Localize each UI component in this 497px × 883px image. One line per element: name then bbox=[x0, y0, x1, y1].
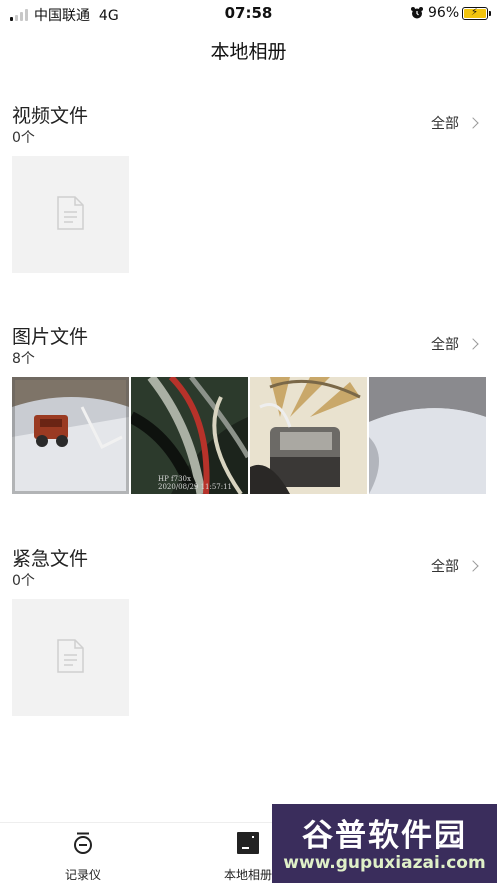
section-count: 0个 bbox=[12, 130, 35, 146]
section-title: 视频文件 bbox=[12, 105, 89, 127]
chevron-right-icon bbox=[467, 117, 479, 129]
alarm-icon bbox=[411, 7, 423, 19]
chevron-right-icon bbox=[467, 560, 479, 572]
watermark-title: 谷普软件园 bbox=[302, 818, 467, 854]
album-icon bbox=[237, 832, 259, 854]
see-all-label: 全部 bbox=[431, 116, 459, 132]
section-count: 0个 bbox=[12, 573, 35, 589]
see-all-label: 全部 bbox=[431, 337, 459, 353]
page-title: 本地相册 bbox=[210, 41, 287, 63]
section-title: 图片文件 bbox=[12, 326, 89, 348]
image-thumbnail[interactable] bbox=[369, 377, 486, 494]
see-all-videos-button[interactable]: 全部 bbox=[431, 113, 479, 133]
see-all-images-button[interactable]: 全部 bbox=[431, 334, 479, 354]
section-count: 8个 bbox=[12, 351, 35, 367]
watermark-url: www.gupuxiazai.com bbox=[283, 853, 486, 873]
image-thumbnail-row: HP f730x 2020/08/29 11:57:11 bbox=[12, 377, 486, 494]
tab-recorder[interactable]: 记录仪 bbox=[43, 831, 123, 883]
photo-timestamp-overlay: HP f730x 2020/08/29 11:57:11 bbox=[158, 474, 233, 491]
tab-label: 记录仪 bbox=[64, 868, 101, 882]
image-thumbnail[interactable]: HP f730x 2020/08/29 11:57:11 bbox=[131, 377, 248, 494]
empty-file-placeholder[interactable] bbox=[12, 599, 129, 716]
section-title: 紧急文件 bbox=[12, 548, 89, 570]
empty-file-placeholder[interactable] bbox=[12, 156, 129, 273]
battery-icon: ⚡ bbox=[462, 7, 491, 20]
document-icon bbox=[57, 639, 84, 673]
dashcam-icon bbox=[74, 832, 92, 854]
document-icon bbox=[57, 196, 84, 230]
site-watermark: 谷普软件园 www.gupuxiazai.com bbox=[272, 804, 497, 883]
battery-percentage: 96% bbox=[428, 5, 460, 21]
image-thumbnail[interactable] bbox=[12, 377, 129, 494]
status-bar: 中国联通 4G 07:58 96% ⚡ bbox=[0, 0, 497, 28]
image-thumbnail[interactable] bbox=[250, 377, 367, 494]
chevron-right-icon bbox=[467, 338, 479, 350]
see-all-emergency-button[interactable]: 全部 bbox=[431, 556, 479, 576]
see-all-label: 全部 bbox=[431, 559, 459, 575]
